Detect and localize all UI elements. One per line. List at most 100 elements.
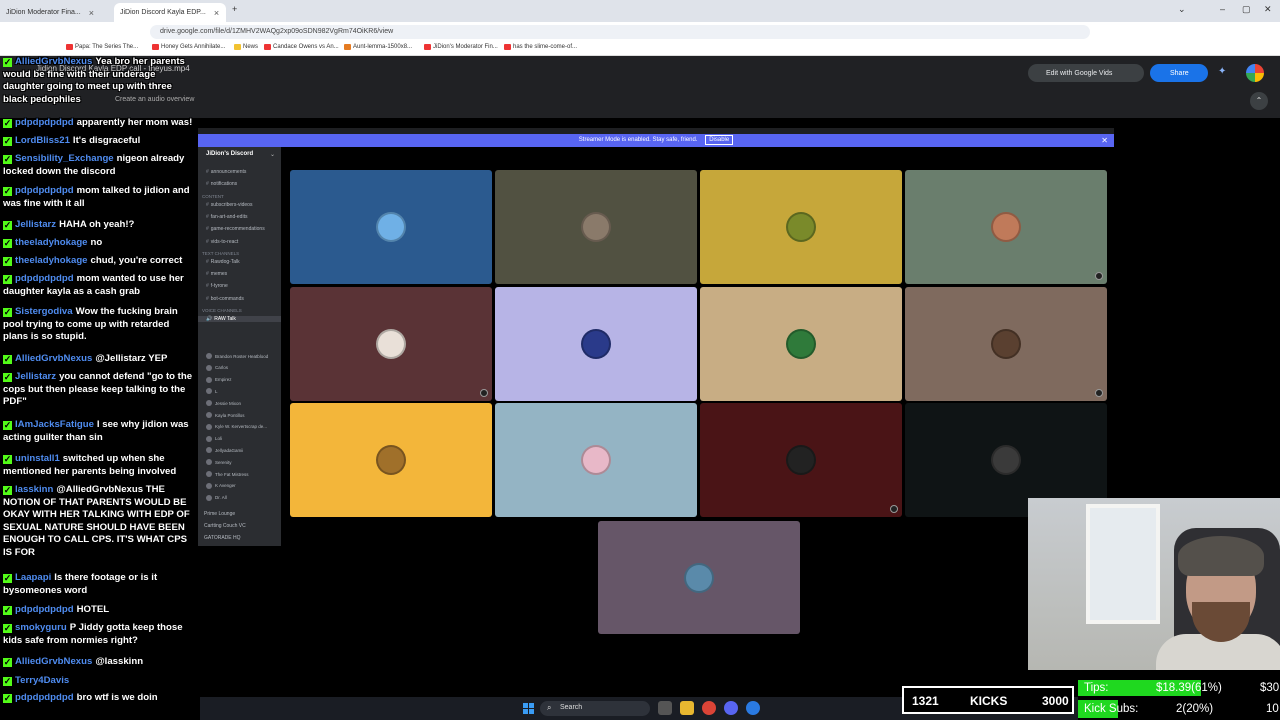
user-avatar xyxy=(206,388,212,395)
voice-user[interactable]: JellyadaGamii xyxy=(206,447,243,454)
channel-category[interactable]: TEXT CHANNELS xyxy=(198,251,281,256)
channel-item[interactable]: 🔊 RAW Talk xyxy=(198,316,281,322)
app-icon[interactable] xyxy=(746,701,760,715)
voice-user[interactable]: Dr. All xyxy=(206,494,227,501)
participant-tile[interactable] xyxy=(495,403,697,517)
voice-user[interactable]: Kayla Pontillos xyxy=(206,412,245,418)
url-field[interactable]: drive.google.com/file/d/1ZMHV2WAQg2xp09o… xyxy=(150,25,1090,39)
channel-item[interactable]: # fan-art-and-edits xyxy=(198,214,281,220)
voice-user[interactable]: Jessie Mixon xyxy=(206,400,241,407)
voice-user[interactable]: Loli xyxy=(206,435,222,442)
bookmark-item[interactable]: Aunt-lemma-1500x8... xyxy=(344,44,412,50)
chat-username[interactable]: Terry4Davis xyxy=(15,675,69,686)
channel-item[interactable]: # subscribers-videos xyxy=(198,202,281,208)
window-close-icon[interactable]: ✕ xyxy=(1264,4,1272,15)
tab-search-icon[interactable]: ⌄ xyxy=(1178,4,1186,15)
tab-close-icon[interactable]: × xyxy=(89,8,94,18)
windows-start-icon[interactable] xyxy=(523,703,534,714)
banner-close-icon[interactable]: ✕ xyxy=(1101,134,1108,147)
channel-item[interactable]: # announcements xyxy=(198,169,281,175)
channel-item[interactable]: # f-tyrone xyxy=(198,283,281,289)
bookmark-item[interactable]: Papa: The Series The... xyxy=(66,44,138,50)
bookmark-item[interactable]: Candace Owens vs An... xyxy=(264,44,339,50)
participant-tile[interactable] xyxy=(495,170,697,284)
chat-text: @Jellistarz YEP xyxy=(95,353,168,364)
participant-tile[interactable] xyxy=(905,170,1107,284)
chat-username[interactable]: Sistergodiva xyxy=(15,306,73,317)
channel-category[interactable]: VOICE CHANNELS xyxy=(198,308,281,313)
chat-username[interactable]: lasskinn xyxy=(15,484,53,495)
channel-category[interactable]: CONTENT xyxy=(198,194,281,199)
chat-username[interactable]: Jellistarz xyxy=(15,219,56,230)
participant-tile[interactable] xyxy=(598,521,800,634)
chrome-icon[interactable] xyxy=(702,701,716,715)
voice-user[interactable]: The Fat Mistress xyxy=(206,471,249,477)
channel-item[interactable]: # bot-commands xyxy=(198,296,281,302)
participant-tile[interactable] xyxy=(700,170,902,284)
server-name[interactable]: JiDion's Discord xyxy=(206,151,253,157)
channel-item[interactable]: # notifications xyxy=(198,181,281,187)
bookmark-item[interactable]: News xyxy=(234,44,258,50)
chat-username[interactable]: AlliedGrvbNexus xyxy=(15,656,92,667)
participant-tile[interactable] xyxy=(290,287,492,401)
chevron-up-icon[interactable]: ⌃ xyxy=(1250,92,1268,110)
chat-username[interactable]: Laapapi xyxy=(15,572,51,583)
disable-streamer-mode-button[interactable]: Disable xyxy=(705,135,734,145)
chat-username[interactable]: theeladyhokage xyxy=(15,255,88,266)
maximize-icon[interactable]: ▢ xyxy=(1242,4,1251,15)
browser-tab[interactable]: JiDion Moderator Fina... × xyxy=(0,3,112,22)
channel-item[interactable]: # game-recommendations xyxy=(198,226,281,232)
participant-tile[interactable] xyxy=(290,403,492,517)
chat-username[interactable]: pdpdpdpdpd xyxy=(15,692,74,703)
chat-username[interactable]: LordBliss21 xyxy=(15,135,70,146)
taskbar-search[interactable]: ⌕ Search xyxy=(540,701,650,716)
task-view-icon[interactable] xyxy=(658,701,672,715)
voice-user[interactable]: Empirez xyxy=(206,376,232,383)
voice-user[interactable]: Serenity xyxy=(206,459,232,466)
browser-tab-active[interactable]: JiDion Discord Kayla EDP... × xyxy=(114,3,226,22)
channel-item[interactable]: # memes xyxy=(198,271,281,277)
chat-username[interactable]: AlliedGrvbNexus xyxy=(15,56,92,67)
voice-user[interactable]: L xyxy=(206,388,218,395)
channel-label: RAW Talk xyxy=(214,316,236,322)
tab-close-icon[interactable]: × xyxy=(214,8,219,18)
voice-user[interactable]: Brandon Roster Heatblood xyxy=(206,353,268,359)
chat-username[interactable]: IAmJacksFatigue xyxy=(15,419,94,430)
chat-username[interactable]: pdpdpdpdpd xyxy=(15,273,74,284)
file-explorer-icon[interactable] xyxy=(680,701,694,715)
chat-username[interactable]: smokyguru xyxy=(15,622,67,633)
new-tab-icon[interactable]: + xyxy=(232,4,237,14)
bookmark-item[interactable]: Honey Gets Annihilate... xyxy=(152,44,225,50)
participant-tile[interactable] xyxy=(700,287,902,401)
channel-item[interactable]: # Rawdog-Talk xyxy=(198,259,281,265)
voice-channel-item[interactable]: GATORADE HQ xyxy=(198,535,281,541)
participant-tile[interactable] xyxy=(495,287,697,401)
participant-tile[interactable] xyxy=(700,403,902,517)
chat-username[interactable]: uninstall1 xyxy=(15,453,60,464)
account-avatar[interactable] xyxy=(1246,64,1264,82)
voice-user[interactable]: Carlos xyxy=(206,364,228,371)
minimize-icon[interactable]: – xyxy=(1220,4,1225,14)
bookmark-item[interactable]: has the slime-come-of... xyxy=(504,44,577,50)
chat-username[interactable]: pdpdpdpdpd xyxy=(15,117,74,128)
chat-username[interactable]: Sensibility_Exchange xyxy=(15,153,114,164)
kick-badge-icon: ✓ xyxy=(3,485,12,495)
chat-username[interactable]: Jellistarz xyxy=(15,371,56,382)
participant-tile[interactable] xyxy=(290,170,492,284)
chevron-down-icon[interactable]: ⌄ xyxy=(270,151,275,158)
voice-channel-item[interactable]: Prime Lounge xyxy=(198,511,281,517)
chat-username[interactable]: theeladyhokage xyxy=(15,237,88,248)
edit-with-vids-button[interactable]: Edit with Google Vids xyxy=(1028,64,1144,82)
gemini-sparkle-icon[interactable]: ✦ xyxy=(1218,66,1226,77)
voice-channel-item[interactable]: Cartting Couch VC xyxy=(198,523,281,529)
share-button[interactable]: Share xyxy=(1150,64,1208,82)
chat-username[interactable]: pdpdpdpdpd xyxy=(15,185,74,196)
voice-user[interactable]: K Avenger xyxy=(206,482,236,489)
chat-username[interactable]: pdpdpdpdpd xyxy=(15,604,74,615)
participant-tile[interactable] xyxy=(905,287,1107,401)
discord-icon[interactable] xyxy=(724,701,738,715)
chat-username[interactable]: AlliedGrvbNexus xyxy=(15,353,92,364)
channel-item[interactable]: # vids-to-react xyxy=(198,239,281,245)
bookmark-item[interactable]: JiDion's Moderator Fin... xyxy=(424,44,498,50)
voice-user[interactable]: Kyle W. Kervertscrap de... xyxy=(206,423,267,430)
